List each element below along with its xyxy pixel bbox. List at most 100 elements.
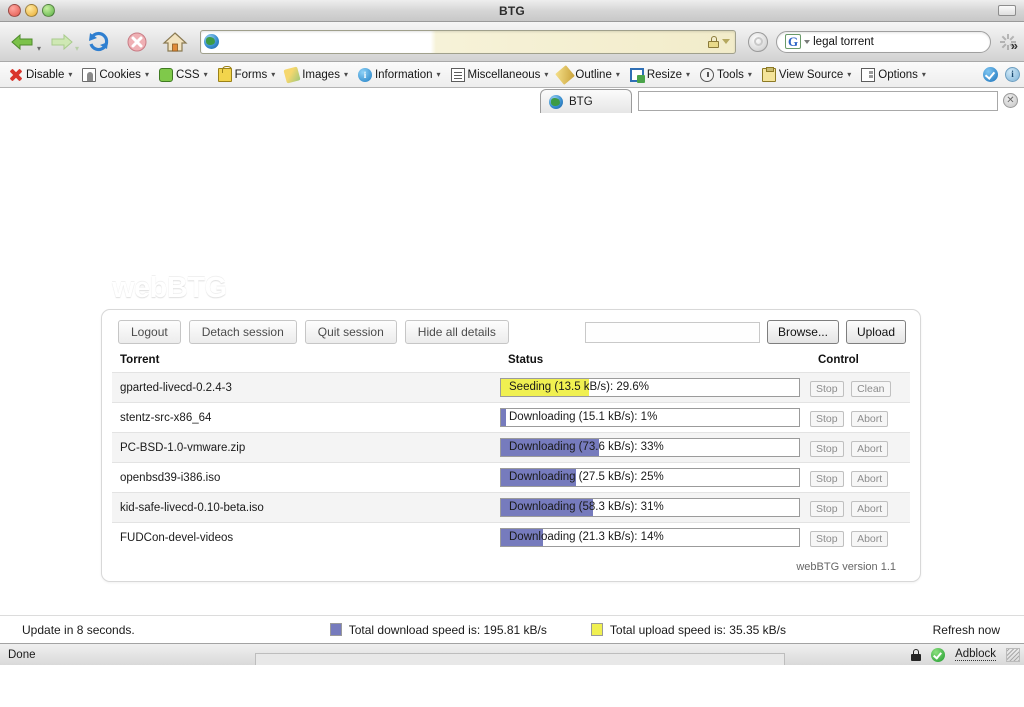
- tab-btg[interactable]: BTG: [540, 89, 632, 113]
- google-search-engine-icon[interactable]: G: [785, 34, 801, 49]
- browse-button[interactable]: Browse...: [767, 320, 839, 344]
- status-ok-icon[interactable]: [931, 648, 945, 662]
- devbar-item-options[interactable]: Options ▾: [856, 64, 931, 86]
- chevron-down-icon[interactable]: ▾: [922, 70, 926, 79]
- back-dropdown-icon[interactable]: ▾: [37, 44, 41, 53]
- devbar-item-miscellaneous[interactable]: Miscellaneous ▾: [446, 64, 554, 86]
- devbar-item-forms[interactable]: Forms ▾: [213, 64, 281, 86]
- logout-button[interactable]: Logout: [118, 320, 181, 344]
- stop-button[interactable]: [120, 27, 154, 57]
- home-button[interactable]: [158, 27, 192, 57]
- column-header-control: Control: [810, 354, 910, 373]
- cell-status: Downloading (58.3 kB/s): 31%: [500, 493, 810, 523]
- stop-button[interactable]: Stop: [810, 441, 844, 457]
- devbar-item-disable[interactable]: Disable ▾: [4, 64, 77, 86]
- chevron-down-icon[interactable]: ▾: [686, 70, 690, 79]
- chevron-down-icon[interactable]: ▾: [204, 70, 208, 79]
- search-input[interactable]: legal torrent: [813, 36, 874, 48]
- close-tab-button[interactable]: ✕: [1003, 93, 1018, 108]
- cell-control: Stop Abort: [810, 433, 910, 463]
- window-title: BTG: [0, 4, 1024, 18]
- resize-grip-icon[interactable]: [1006, 648, 1020, 662]
- cell-torrent-name: kid-safe-livecd-0.10-beta.iso: [112, 493, 500, 523]
- torrent-name: kid-safe-livecd-0.10-beta.iso: [112, 502, 500, 514]
- stop-button[interactable]: Stop: [810, 501, 844, 517]
- chevron-down-icon[interactable]: ▾: [344, 70, 348, 79]
- chevron-down-icon[interactable]: ▾: [616, 70, 620, 79]
- search-engine-dropdown-icon[interactable]: [804, 40, 810, 44]
- devbar-item-cookies[interactable]: Cookies ▾: [77, 64, 154, 86]
- cell-status: Downloading (73.6 kB/s): 33%: [500, 433, 810, 463]
- detach-session-button[interactable]: Detach session: [189, 320, 297, 344]
- toolbar-overflow-icon[interactable]: »: [1011, 38, 1018, 53]
- address-bar-lock-area[interactable]: [708, 36, 732, 48]
- adblock-status-label[interactable]: Adblock: [955, 648, 996, 661]
- abort-button[interactable]: Abort: [851, 471, 888, 487]
- quit-session-button[interactable]: Quit session: [305, 320, 397, 344]
- chevron-down-icon[interactable]: ▾: [145, 70, 149, 79]
- upload-color-swatch: [591, 623, 603, 636]
- cell-torrent-name: gparted-livecd-0.2.4-3: [112, 373, 500, 403]
- devbar-item-tools[interactable]: Tools ▾: [695, 64, 757, 86]
- stop-button[interactable]: Stop: [810, 471, 844, 487]
- upload-button[interactable]: Upload: [846, 320, 906, 344]
- cell-control: Stop Abort: [810, 463, 910, 493]
- cell-control: Stop Abort: [810, 523, 910, 553]
- forward-dropdown-icon[interactable]: ▾: [75, 44, 79, 53]
- outline-pencil-icon: [556, 65, 576, 85]
- page-title: webBTG: [112, 272, 227, 305]
- devbar-label: Tools: [717, 69, 744, 81]
- clean-button[interactable]: Clean: [851, 381, 890, 397]
- search-bar[interactable]: G legal torrent: [776, 31, 991, 53]
- address-dropdown-icon[interactable]: [722, 39, 730, 44]
- cell-torrent-name: FUDCon-devel-videos: [112, 523, 500, 553]
- tab-row: BTG: [0, 87, 1024, 113]
- back-arrow-icon: [10, 31, 36, 53]
- devbar-item-outline[interactable]: Outline ▾: [553, 64, 624, 86]
- table-row: gparted-livecd-0.2.4-3 Seeding (13.5 kB/…: [112, 373, 910, 403]
- abort-button[interactable]: Abort: [851, 441, 888, 457]
- forms-lock-icon: [218, 68, 232, 82]
- cell-control: Stop Clean: [810, 373, 910, 403]
- devbar-label: Options: [878, 69, 918, 81]
- abort-button[interactable]: Abort: [851, 531, 888, 547]
- stop-button[interactable]: Stop: [810, 531, 844, 547]
- devbar-item-information[interactable]: i Information ▾: [353, 64, 446, 86]
- hide-all-details-button[interactable]: Hide all details: [405, 320, 509, 344]
- devbar-label: Outline: [575, 69, 611, 81]
- validation-check-icon[interactable]: [983, 67, 998, 82]
- chevron-down-icon[interactable]: ▾: [847, 70, 851, 79]
- go-button[interactable]: [748, 32, 768, 52]
- upload-file-input[interactable]: [585, 322, 760, 343]
- table-row: openbsd39-i386.iso Downloading (27.5 kB/…: [112, 463, 910, 493]
- stop-button[interactable]: Stop: [810, 411, 844, 427]
- chevron-down-icon[interactable]: ▾: [437, 70, 441, 79]
- address-bar[interactable]: [200, 30, 736, 54]
- column-header-torrent: Torrent: [112, 354, 500, 373]
- devbar-item-view-source[interactable]: View Source ▾: [757, 64, 856, 86]
- refresh-now-link[interactable]: Refresh now: [933, 623, 1024, 637]
- forward-button[interactable]: ▾: [44, 27, 78, 57]
- app-version-label: webBTG version 1.1: [112, 553, 910, 575]
- cell-torrent-name: openbsd39-i386.iso: [112, 463, 500, 493]
- web-developer-toolbar: » Disable ▾ Cookies ▾ CSS ▾ Forms ▾ Imag…: [0, 62, 1024, 88]
- chevron-down-icon[interactable]: ▾: [271, 70, 275, 79]
- abort-button[interactable]: Abort: [851, 501, 888, 517]
- chevron-down-icon[interactable]: ▾: [544, 70, 548, 79]
- stop-button[interactable]: Stop: [810, 381, 844, 397]
- devbar-item-resize[interactable]: Resize ▾: [625, 64, 695, 86]
- devbar-label: View Source: [779, 69, 843, 81]
- devbar-item-css[interactable]: CSS ▾: [154, 64, 213, 86]
- progress-label: Downloading (27.5 kB/s): 25%: [501, 469, 799, 486]
- devbar-item-images[interactable]: Images ▾: [280, 64, 353, 86]
- secure-lock-icon[interactable]: [911, 649, 921, 661]
- chevron-down-icon[interactable]: ▾: [68, 70, 72, 79]
- images-icon: [284, 66, 301, 83]
- back-button[interactable]: ▾: [6, 27, 40, 57]
- status-text: Done: [0, 649, 36, 661]
- chevron-down-icon[interactable]: ▾: [748, 70, 752, 79]
- abort-button[interactable]: Abort: [851, 411, 888, 427]
- window-toolbar-toggle-button[interactable]: [998, 5, 1016, 16]
- reload-button[interactable]: [82, 27, 116, 57]
- page-info-icon[interactable]: i: [1005, 67, 1020, 82]
